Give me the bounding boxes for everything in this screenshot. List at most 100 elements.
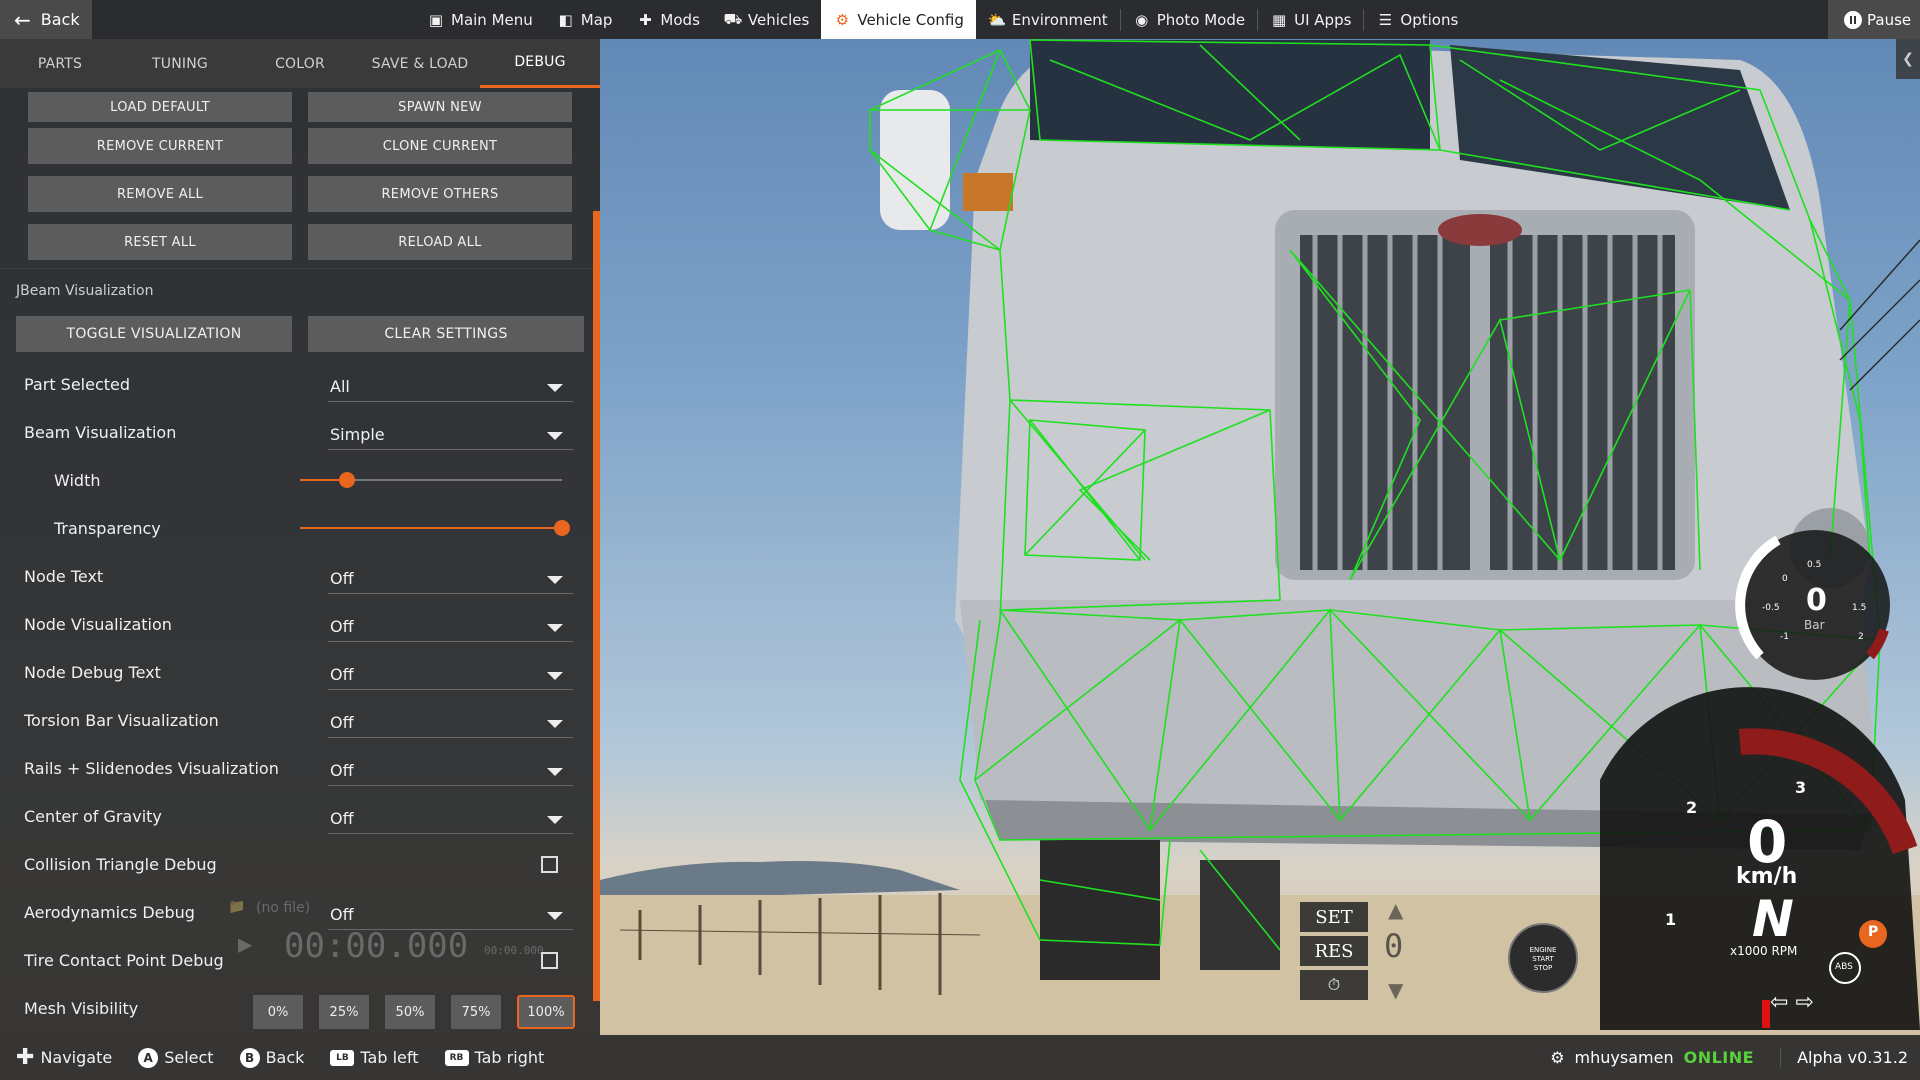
option-rails-slidenodes: Rails + Slidenodes Visualization Off xyxy=(0,744,600,792)
mesh-visibility-100[interactable]: 100% xyxy=(517,995,575,1029)
panel-scrollbar[interactable] xyxy=(593,211,600,1001)
back-button[interactable]: ← Back xyxy=(0,0,92,39)
collision-triangle-checkbox[interactable] xyxy=(541,856,558,873)
node-debug-text-dropdown[interactable]: Off xyxy=(328,660,573,690)
dpad-icon: ✚ xyxy=(16,1045,35,1070)
mesh-visibility-75[interactable]: 75% xyxy=(451,995,501,1029)
top-menu-bar: ← Back ▣ Main Menu ◧ Map ✚ Mods ⛟ Vehicl… xyxy=(0,0,1920,39)
menu-vehicles[interactable]: ⛟ Vehicles xyxy=(712,0,821,39)
viz-actions: TOGGLE VISUALIZATION CLEAR SETTINGS xyxy=(0,312,600,356)
hint-navigate[interactable]: ✚ Navigate xyxy=(16,1045,112,1070)
hint-tab-right[interactable]: RB Tab right xyxy=(444,1048,545,1067)
pause-button[interactable]: Pause xyxy=(1828,0,1920,39)
mesh-visibility-50[interactable]: 50% xyxy=(385,995,435,1029)
vehicle-config-panel: PARTS TUNING COLOR SAVE & LOAD DEBUG LOA… xyxy=(0,39,600,1035)
jbeam-section-title: JBeam Visualization xyxy=(0,268,600,312)
action-row: RESET ALL RELOAD ALL xyxy=(28,218,600,266)
mesh-visibility-25[interactable]: 25% xyxy=(319,995,369,1029)
pause-label: Pause xyxy=(1867,10,1912,29)
gear-indicator: N xyxy=(1752,890,1794,948)
spawn-new-button[interactable]: SPAWN NEW xyxy=(308,92,572,122)
option-label: Transparency xyxy=(54,518,161,538)
load-default-button[interactable]: LOAD DEFAULT xyxy=(28,92,292,122)
center-of-gravity-dropdown[interactable]: Off xyxy=(328,804,573,834)
tab-debug[interactable]: DEBUG xyxy=(480,39,600,88)
dropdown-value: Off xyxy=(330,761,354,780)
user-status: ⚙ mhuysamen ONLINE Alpha v0.31.2 xyxy=(1550,1035,1920,1080)
reload-all-button[interactable]: RELOAD ALL xyxy=(308,224,572,260)
cruise-res-button[interactable]: RES xyxy=(1300,936,1368,966)
clear-settings-button[interactable]: CLEAR SETTINGS xyxy=(308,316,584,352)
option-label: Center of Gravity xyxy=(24,806,162,826)
toggle-visualization-button[interactable]: TOGGLE VISUALIZATION xyxy=(16,316,292,352)
transparency-slider[interactable] xyxy=(300,520,570,536)
tab-tuning[interactable]: TUNING xyxy=(120,39,240,88)
slider-knob[interactable] xyxy=(339,472,356,488)
dropdown-value: Off xyxy=(330,713,354,732)
cruise-down-icon[interactable]: ▼ xyxy=(1388,978,1403,1002)
node-text-dropdown[interactable]: Off xyxy=(328,564,573,594)
clone-current-button[interactable]: CLONE CURRENT xyxy=(308,128,572,164)
play-icon: ▶ xyxy=(238,930,253,958)
boost-tick-2: 2 xyxy=(1858,632,1864,642)
option-transparency: Transparency xyxy=(0,504,600,552)
cruise-speed-icon[interactable]: ⏱ xyxy=(1300,970,1368,1000)
menu-map[interactable]: ◧ Map xyxy=(545,0,625,39)
tab-color[interactable]: COLOR xyxy=(240,39,360,88)
rpm-tick-3: 3 xyxy=(1795,778,1807,797)
speed-unit: km/h xyxy=(1736,864,1798,889)
b-button-icon: B xyxy=(239,1047,260,1068)
node-visualization-dropdown[interactable]: Off xyxy=(328,612,573,642)
remove-others-button[interactable]: REMOVE OTHERS xyxy=(308,176,572,212)
menu-environment[interactable]: ⛅ Environment xyxy=(976,0,1120,39)
rpm-unit: x1000 RPM xyxy=(1730,944,1798,958)
replay-timer-small: 00:00.000 xyxy=(484,944,544,957)
dropdown-value: Off xyxy=(330,665,354,684)
beam-visualization-dropdown[interactable]: Simple xyxy=(328,420,573,450)
caret-down-icon xyxy=(547,720,563,728)
option-label: Beam Visualization xyxy=(24,422,177,442)
abs-label: ABS xyxy=(1835,962,1853,972)
menu-main-menu[interactable]: ▣ Main Menu xyxy=(415,0,545,39)
menu-photo-mode-label: Photo Mode xyxy=(1156,10,1246,29)
cruise-set-button[interactable]: SET xyxy=(1300,902,1368,932)
collapse-apps-toggle[interactable]: ❮ xyxy=(1896,39,1920,79)
hint-select[interactable]: A Select xyxy=(138,1047,214,1068)
remove-current-button[interactable]: REMOVE CURRENT xyxy=(28,128,292,164)
menu-mods[interactable]: ✚ Mods xyxy=(624,0,711,39)
boost-unit: Bar xyxy=(1804,618,1825,632)
cruise-speed-value: 0 xyxy=(1384,927,1404,965)
hint-back[interactable]: B Back xyxy=(239,1047,304,1068)
replay-timer: 00:00.000 xyxy=(284,926,469,966)
puzzle-icon: ✚ xyxy=(639,10,652,29)
mesh-visibility-0[interactable]: 0% xyxy=(253,995,303,1029)
cruise-up-icon[interactable]: ▲ xyxy=(1388,898,1403,922)
tab-save-load[interactable]: SAVE & LOAD xyxy=(360,39,480,88)
tab-parts[interactable]: PARTS xyxy=(0,39,120,88)
caret-down-icon xyxy=(547,432,563,440)
boost-tick-0-5: 0.5 xyxy=(1807,560,1822,570)
torsion-bar-dropdown[interactable]: Off xyxy=(328,708,573,738)
width-slider[interactable] xyxy=(300,472,562,488)
menu-ui-apps[interactable]: ▦ UI Apps xyxy=(1258,0,1363,39)
caret-down-icon xyxy=(547,672,563,680)
slider-knob[interactable] xyxy=(554,520,570,536)
menu-vehicle-config[interactable]: ⚙ Vehicle Config xyxy=(821,0,976,39)
option-node-text: Node Text Off xyxy=(0,552,600,600)
online-status: ONLINE xyxy=(1683,1048,1755,1067)
option-label: Collision Triangle Debug xyxy=(24,854,217,874)
menu-options[interactable]: ☰ Options xyxy=(1364,0,1470,39)
remove-all-button[interactable]: REMOVE ALL xyxy=(28,176,292,212)
hint-label: Tab right xyxy=(474,1048,545,1067)
version-label: Alpha v0.31.2 xyxy=(1780,1048,1920,1067)
reset-all-button[interactable]: RESET ALL xyxy=(28,224,292,260)
part-selected-dropdown[interactable]: All xyxy=(328,372,573,402)
rails-dropdown[interactable]: Off xyxy=(328,756,573,786)
menu-photo-mode[interactable]: ◉ Photo Mode xyxy=(1121,0,1257,39)
hint-tab-left[interactable]: LB Tab left xyxy=(330,1048,419,1067)
action-row: REMOVE CURRENT CLONE CURRENT xyxy=(28,122,600,170)
main-menu-icon: ▣ xyxy=(428,10,444,29)
turn-signals-icon: ⇦ ⇨ xyxy=(1770,990,1814,1015)
option-node-visualization: Node Visualization Off xyxy=(0,600,600,648)
option-width: Width xyxy=(0,456,600,504)
